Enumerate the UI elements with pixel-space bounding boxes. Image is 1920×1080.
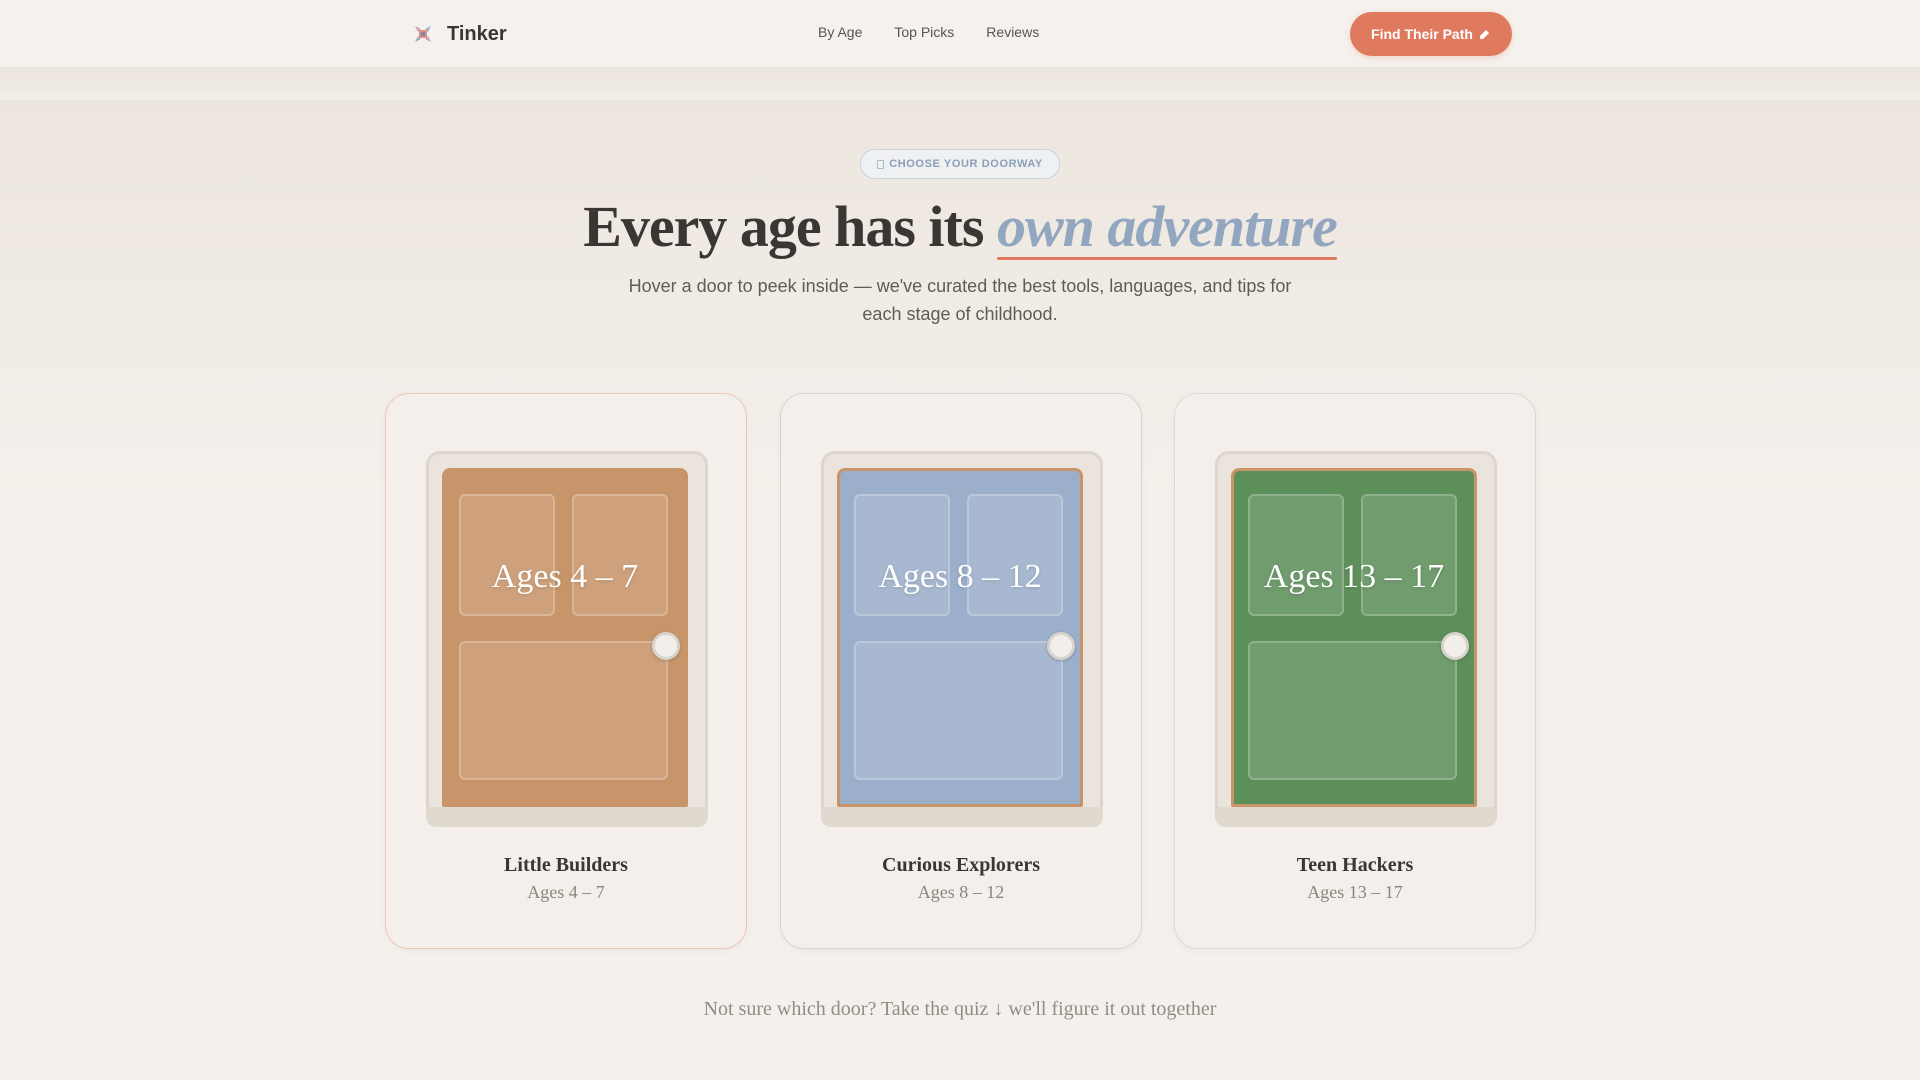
card-age-range: Ages 8 – 12 xyxy=(917,882,1005,902)
choose-doorway-badge: CHOOSE YOUR DOORWAY xyxy=(860,149,1060,179)
door-sill xyxy=(821,807,1103,827)
page-headline: Every age has its own adventure xyxy=(0,192,1920,262)
door-sill xyxy=(426,807,708,827)
card-age-range: Ages 13 – 17 xyxy=(1307,882,1403,902)
nav-link-by-age[interactable]: By Age xyxy=(818,24,862,40)
door-panel xyxy=(459,641,668,780)
door-panel xyxy=(1361,494,1457,616)
door-panel xyxy=(967,494,1063,616)
find-their-path-button[interactable]: Find Their Path xyxy=(1350,12,1512,56)
hero-subtitle: Hover a door to peek inside — we've cura… xyxy=(628,276,1292,324)
door-panel xyxy=(1248,641,1457,780)
door-knob-icon xyxy=(652,632,680,660)
door-icon xyxy=(877,159,885,169)
navbar-shadow xyxy=(0,68,1920,102)
pencil-icon xyxy=(1479,26,1491,42)
door-knob-icon xyxy=(1047,632,1075,660)
quiz-prompt: Not sure which door? Take the quiz ↓ we'… xyxy=(703,998,1217,1020)
door-card-teen-hackers[interactable]: Ages 13 – 17 Teen Hackers Ages 13 – 17 xyxy=(1174,393,1536,949)
door-curious-explorers[interactable]: Ages 8 – 12 xyxy=(837,468,1083,807)
door-teen-hackers[interactable]: Ages 13 – 17 xyxy=(1231,468,1477,807)
card-age-range: Ages 4 – 7 xyxy=(527,882,605,902)
door-age-label: Ages 13 – 17 xyxy=(1263,558,1445,595)
card-title: Little Builders xyxy=(504,854,628,876)
logo-icon xyxy=(411,22,435,46)
door-card-curious-explorers[interactable]: Ages 8 – 12 Curious Explorers Ages 8 – 1… xyxy=(780,393,1142,949)
door-panel xyxy=(1248,494,1344,616)
door-panel xyxy=(459,494,555,616)
nav-link-top-picks[interactable]: Top Picks xyxy=(894,24,954,40)
door-panel xyxy=(572,494,668,616)
headline-accent: own adventure xyxy=(996,192,1338,262)
badge-text: CHOOSE YOUR DOORWAY xyxy=(889,158,1043,170)
door-age-label: Ages 8 – 12 xyxy=(878,558,1042,595)
brand-logo[interactable]: Tinker xyxy=(411,20,507,48)
door-panel xyxy=(854,641,1063,780)
door-little-builders[interactable]: Ages 4 – 7 xyxy=(442,468,688,807)
door-sill xyxy=(1215,807,1497,827)
door-panel xyxy=(854,494,950,616)
card-title: Curious Explorers xyxy=(882,854,1040,876)
cta-label: Find Their Path xyxy=(1371,26,1473,42)
card-title: Teen Hackers xyxy=(1296,854,1414,876)
headline-main: Every age has its xyxy=(583,194,997,259)
brand-name: Tinker xyxy=(447,22,507,45)
nav-link-reviews[interactable]: Reviews xyxy=(986,24,1039,40)
door-knob-icon xyxy=(1441,632,1469,660)
nav-links: By Age Top Picks Reviews xyxy=(818,24,1039,40)
door-age-label: Ages 4 – 7 xyxy=(491,558,639,595)
door-card-little-builders[interactable]: Ages 4 – 7 Little Builders Ages 4 – 7 xyxy=(385,393,747,949)
